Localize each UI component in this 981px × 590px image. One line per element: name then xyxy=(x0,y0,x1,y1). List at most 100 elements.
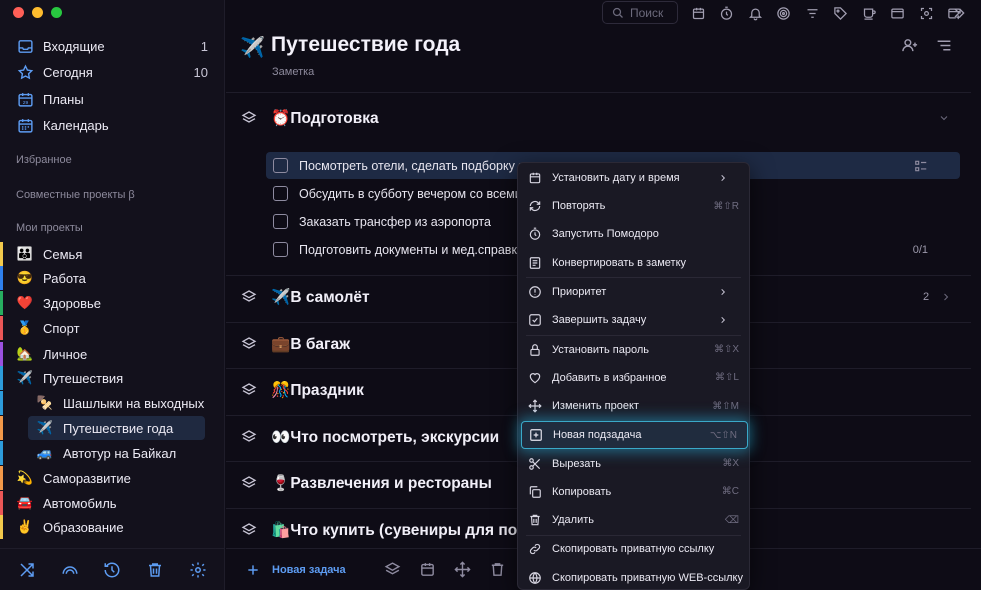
project-color-bar xyxy=(0,391,3,415)
chevron-right-icon[interactable] xyxy=(940,291,952,303)
sidebar-item-plans[interactable]: 29 Планы xyxy=(0,86,225,112)
project-color-bar xyxy=(0,242,3,266)
context-menu-label: Приоритет xyxy=(552,286,607,298)
sidebar-project-item[interactable]: 😎 Работа xyxy=(0,266,225,290)
task-details-icon[interactable] xyxy=(914,159,928,173)
context-menu-item[interactable]: Удалить ⌫ xyxy=(518,506,749,534)
task-checkbox[interactable] xyxy=(273,214,288,229)
section-title: ✈️В самолёт xyxy=(271,288,370,307)
project-label: Семья xyxy=(43,246,83,262)
timer-icon[interactable] xyxy=(713,4,742,22)
move-icon[interactable] xyxy=(454,561,471,578)
window-icon[interactable] xyxy=(884,4,913,22)
context-menu-item[interactable]: Конвертировать в заметку xyxy=(518,249,749,277)
filter-icon[interactable] xyxy=(798,4,827,22)
sidebar-project-item[interactable]: 🥇 Спорт xyxy=(0,316,225,340)
context-menu-label: Завершить задачу xyxy=(552,314,647,327)
sidebar: Входящие 1 Сегодня 10 29 Планы Календарь… xyxy=(0,0,225,590)
calendar-icon[interactable] xyxy=(419,561,436,578)
inbox-icon xyxy=(18,39,33,53)
new-task-button[interactable]: Новая задача xyxy=(246,563,346,577)
project-emoji: 👪 xyxy=(16,246,34,261)
project-label: Спорт xyxy=(43,320,80,336)
project-color-bar xyxy=(0,266,3,290)
context-menu-item[interactable]: Копировать ⌘C xyxy=(518,478,749,506)
context-menu-item[interactable]: Установить пароль ⌘⇧X xyxy=(518,336,749,364)
search-box[interactable]: Поиск xyxy=(602,1,678,24)
context-menu-item[interactable]: Новая подзадача ⌥⇧N xyxy=(521,421,748,450)
sidebar-project-item[interactable]: 🚘 Автомобиль xyxy=(0,491,225,515)
sidebar-project-item[interactable]: 🍢 Шашлыки на выходных xyxy=(0,391,225,415)
project-color-bar xyxy=(0,342,3,366)
section-title-text: Что купить (сувениры для пода xyxy=(290,521,536,539)
layers-icon xyxy=(241,382,257,398)
layers-icon xyxy=(241,110,257,126)
context-menu-item[interactable]: Изменить проект ⌘⇧M xyxy=(518,392,749,420)
context-menu-shortcut: ⌥⇧N xyxy=(709,429,737,441)
context-menu-item[interactable]: Добавить в избранное ⌘⇧L xyxy=(518,364,749,392)
rainbow-icon[interactable] xyxy=(61,561,79,579)
scan-icon[interactable] xyxy=(912,4,941,22)
sidebar-item-calendar[interactable]: Календарь xyxy=(0,112,225,138)
task-section[interactable]: ⏰Подготовка xyxy=(226,98,971,138)
sidebar-project-item[interactable]: ✈️ Путешествия xyxy=(0,366,225,390)
trash-icon[interactable] xyxy=(489,561,506,578)
double-chevron-right-icon[interactable] xyxy=(951,5,967,21)
sidebar-project-item[interactable]: ✌️ Образование xyxy=(0,515,225,539)
context-menu-shortcut: ⌘⇧X xyxy=(713,344,739,356)
task-checkbox[interactable] xyxy=(273,242,288,257)
context-menu-item[interactable]: Повторять ⌘⇧R xyxy=(518,192,749,220)
sidebar-project-item[interactable]: ❤️ Здоровье xyxy=(0,291,225,315)
favorites-section-label[interactable]: Избранное xyxy=(16,154,72,166)
sort-lines-icon[interactable] xyxy=(934,37,954,54)
page-title[interactable]: Путешествие года xyxy=(271,33,460,57)
target-icon[interactable] xyxy=(770,4,799,22)
cup-icon[interactable] xyxy=(855,4,884,22)
task-checkbox[interactable] xyxy=(273,158,288,173)
context-menu-item[interactable]: Приоритет xyxy=(518,278,749,306)
history-icon[interactable] xyxy=(103,561,121,579)
my-projects-section-label[interactable]: Мои проекты xyxy=(16,222,83,234)
context-menu-item[interactable]: Завершить задачу xyxy=(518,306,749,334)
priority-icon xyxy=(529,286,541,298)
sidebar-bottom-toolbar xyxy=(0,548,225,590)
context-menu-item[interactable]: Вырезать ⌘X xyxy=(518,450,749,478)
maximize-window-button[interactable] xyxy=(51,7,62,18)
plus-square-icon xyxy=(530,429,542,442)
minimize-window-button[interactable] xyxy=(32,7,43,18)
task-title: Заказать трансфер из аэропорта xyxy=(299,214,491,229)
chevron-right-icon xyxy=(721,288,726,296)
calendar-icon[interactable] xyxy=(684,4,713,22)
section-title-text: Подготовка xyxy=(290,109,379,127)
sidebar-project-item[interactable]: ✈️ Путешествие года xyxy=(0,416,225,440)
context-menu-item[interactable]: Установить дату и время xyxy=(518,164,749,192)
context-menu-item[interactable]: Скопировать приватную ссылку xyxy=(518,535,749,563)
task-checkbox[interactable] xyxy=(273,186,288,201)
shuffle-icon[interactable] xyxy=(18,561,36,579)
context-menu-label: Конвертировать в заметку xyxy=(552,256,687,269)
sidebar-project-item[interactable]: 👪 Семья xyxy=(0,242,225,266)
sidebar-project-item[interactable]: 💫 Саморазвитие xyxy=(0,466,225,490)
project-color-bar xyxy=(0,366,3,390)
tag-icon[interactable] xyxy=(827,4,856,22)
add-user-icon[interactable] xyxy=(900,37,920,54)
project-label: Личное xyxy=(43,346,88,362)
sidebar-project-item[interactable]: 🚙 Автотур на Байкал xyxy=(0,441,225,465)
bell-icon[interactable] xyxy=(741,4,770,22)
sidebar-project-item[interactable]: 🏡 Личное xyxy=(0,342,225,366)
chevron-down-icon[interactable] xyxy=(938,112,950,124)
section-emoji: ✈️ xyxy=(271,288,291,306)
sidebar-item-inbox[interactable]: Входящие 1 xyxy=(0,33,225,59)
section-count: 2 xyxy=(923,291,930,303)
context-menu-item[interactable]: Запустить Помодоро xyxy=(518,220,749,248)
trash-icon[interactable] xyxy=(146,561,164,579)
sidebar-item-today[interactable]: Сегодня 10 xyxy=(0,59,225,85)
close-window-button[interactable] xyxy=(13,7,24,18)
context-menu-item[interactable]: Скопировать приватную WEB-ссылку xyxy=(518,564,749,590)
page-type-label[interactable]: Заметка xyxy=(272,66,314,78)
top-toolbar: Поиск xyxy=(226,0,981,26)
layers-icon[interactable] xyxy=(384,561,401,578)
shared-projects-section-label[interactable]: Совместные проекты β xyxy=(16,189,135,201)
settings-icon[interactable] xyxy=(189,561,207,579)
sidebar-item-label: Планы xyxy=(43,91,84,107)
